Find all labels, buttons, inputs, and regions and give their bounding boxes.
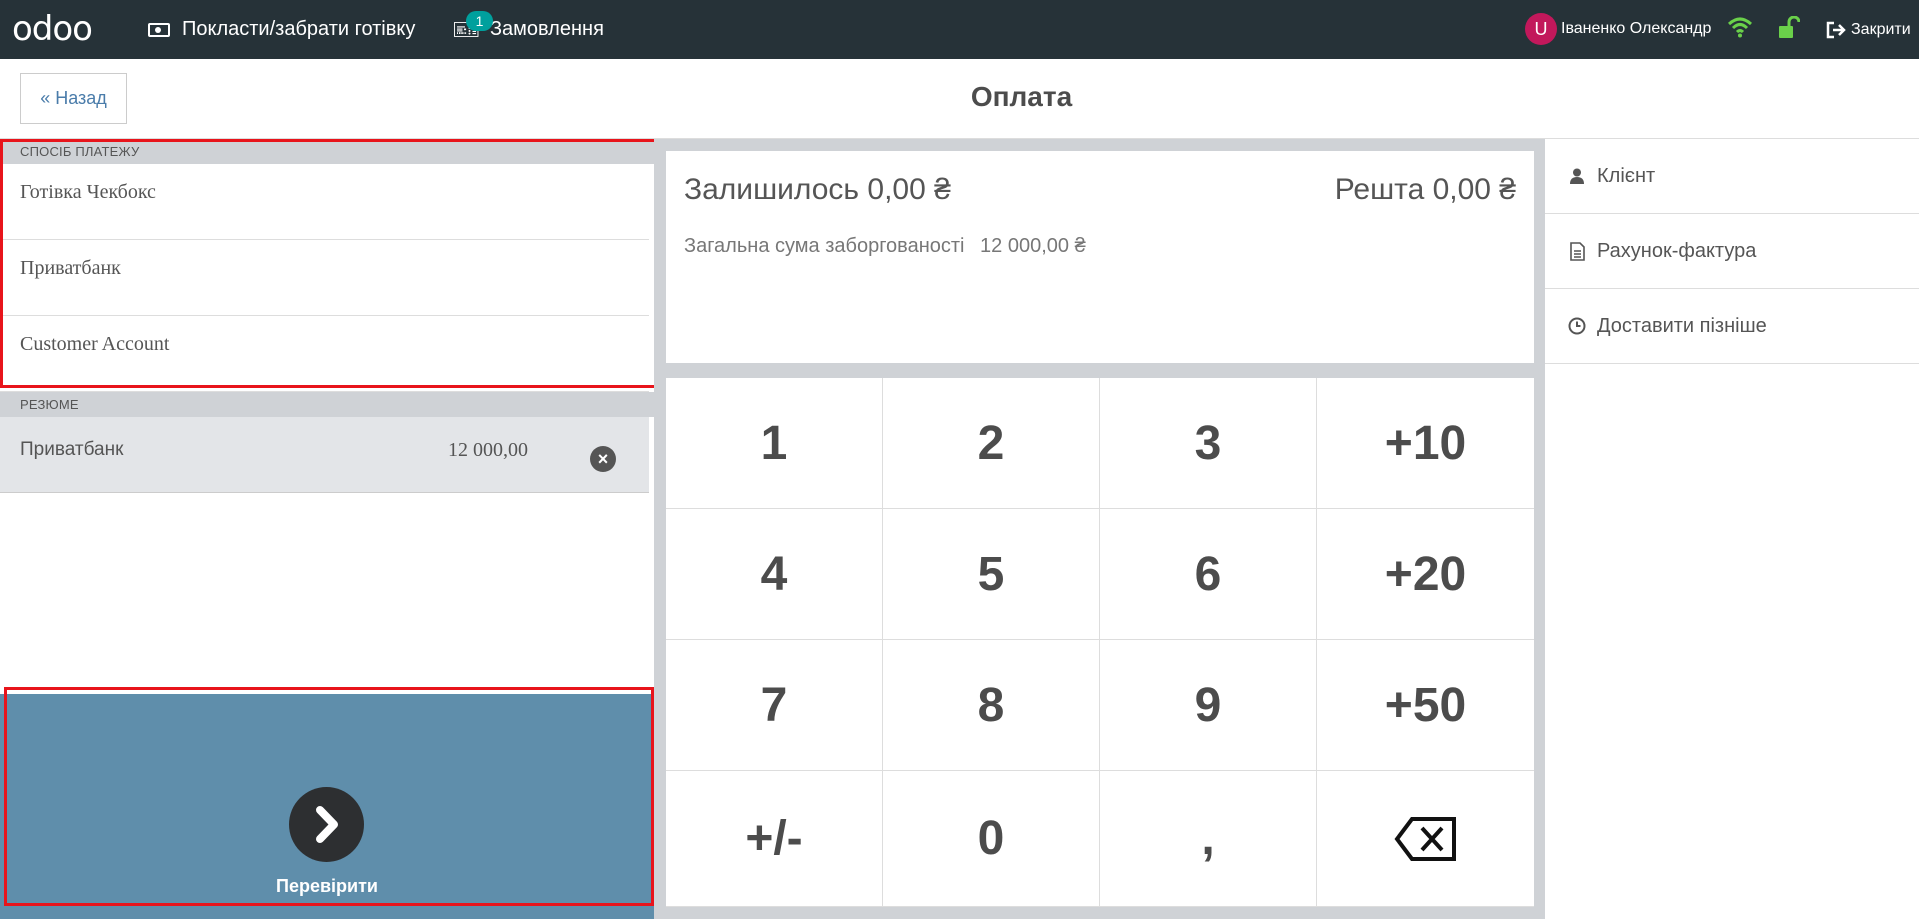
screen-header: « Назад Оплата	[0, 59, 1919, 139]
ship-later-label: Доставити пізніше	[1597, 314, 1767, 337]
numpad-key-comma[interactable]: ,	[1100, 771, 1317, 907]
payment-method-customer-account[interactable]: Customer Account	[0, 316, 649, 392]
close-session-label: Закрити	[1851, 20, 1911, 38]
file-icon	[1567, 241, 1587, 261]
invoice-button[interactable]: Рахунок-фактура	[1545, 214, 1919, 289]
backspace-icon	[1394, 816, 1456, 861]
sign-out-icon	[1826, 21, 1846, 38]
payment-methods-list: Готівка Чекбокс Приватбанк Customer Acco…	[0, 164, 649, 392]
odoo-logo: odoo	[12, 9, 93, 49]
numpad-key-3[interactable]: 3	[1100, 378, 1317, 509]
clock-icon	[1567, 317, 1587, 335]
numpad-key-5[interactable]: 5	[883, 509, 1100, 640]
numpad: 1 2 3 +10 4 5 6 +20 7 8 9 +50 +/- 0 ,	[666, 378, 1534, 907]
customer-button[interactable]: Клієнт	[1545, 139, 1919, 214]
numpad-key-plus-minus[interactable]: +/-	[666, 771, 883, 907]
user-menu[interactable]: U Іваненко Олександр	[1525, 13, 1711, 45]
numpad-key-plus20[interactable]: +20	[1317, 509, 1534, 640]
summary-heading: РЕЗЮМЕ	[0, 392, 654, 417]
payment-methods-heading: СПОСІБ ПЛАТЕЖУ	[0, 139, 654, 164]
total-debt: Загальна сума заборгованості 12 000,00 ₴	[684, 235, 1096, 258]
remove-payment-icon[interactable]: ×	[590, 446, 616, 472]
numpad-key-9[interactable]: 9	[1100, 640, 1317, 771]
payment-method-cash-checkbox[interactable]: Готівка Чекбокс	[0, 164, 649, 240]
payment-line-amount: 12 000,00	[448, 439, 528, 461]
customer-label: Клієнт	[1597, 164, 1656, 187]
validate-button[interactable]: Перевірити	[0, 694, 654, 919]
close-session-button[interactable]: Закрити	[1826, 0, 1911, 59]
validate-label: Перевірити	[276, 876, 378, 896]
page-title: Оплата	[970, 81, 1073, 112]
payment-method-privatbank[interactable]: Приватбанк	[0, 240, 649, 316]
numpad-key-plus50[interactable]: +50	[1317, 640, 1534, 771]
ship-later-button[interactable]: Доставити пізніше	[1545, 289, 1919, 364]
cash-in-out-label: Покласти/забрати готівку	[182, 18, 416, 40]
total-debt-label: Загальна сума заборгованості	[684, 235, 965, 257]
numpad-key-4[interactable]: 4	[666, 509, 883, 640]
numpad-key-7[interactable]: 7	[666, 640, 883, 771]
numpad-key-2[interactable]: 2	[883, 378, 1100, 509]
invoice-label: Рахунок-фактура	[1597, 239, 1757, 262]
payment-right-panel: Клієнт Рахунок-фактура Доставити пізніше	[1545, 139, 1919, 919]
avatar: U	[1525, 13, 1557, 45]
payment-left-panel: СПОСІБ ПЛАТЕЖУ Готівка Чекбокс Приватбан…	[0, 139, 654, 919]
payment-status: Залишилось 0,00 ₴ Решта 0,00 ₴ Загальна …	[666, 151, 1534, 363]
change-amount: Решта 0,00 ₴	[1334, 173, 1516, 206]
chevron-right-icon	[289, 787, 364, 862]
user-icon	[1567, 168, 1587, 184]
numpad-key-plus10[interactable]: +10	[1317, 378, 1534, 509]
total-debt-amount: 12 000,00 ₴	[980, 235, 1086, 257]
numpad-key-backspace[interactable]	[1317, 771, 1534, 907]
cash-in-out-button[interactable]: Покласти/забрати готівку	[148, 0, 415, 59]
top-bar: odoo Покласти/забрати готівку 🎫︎ Замовле…	[0, 0, 1919, 59]
money-icon	[148, 22, 170, 37]
payment-line[interactable]: Приватбанк 12 000,00 ×	[0, 417, 649, 493]
payment-line-method: Приватбанк	[20, 439, 124, 460]
numpad-key-6[interactable]: 6	[1100, 509, 1317, 640]
payment-center: Залишилось 0,00 ₴ Решта 0,00 ₴ Загальна …	[654, 139, 1545, 919]
orders-count-badge: 1	[466, 11, 493, 31]
remaining-amount: Залишилось 0,00 ₴	[684, 173, 951, 206]
wifi-icon	[1727, 17, 1753, 38]
numpad-key-0[interactable]: 0	[883, 771, 1100, 907]
numpad-key-8[interactable]: 8	[883, 640, 1100, 771]
unlock-icon[interactable]	[1778, 16, 1800, 40]
numpad-key-1[interactable]: 1	[666, 378, 883, 509]
user-name: Іваненко Олександр	[1561, 20, 1712, 37]
orders-label: Замовлення	[489, 18, 604, 40]
